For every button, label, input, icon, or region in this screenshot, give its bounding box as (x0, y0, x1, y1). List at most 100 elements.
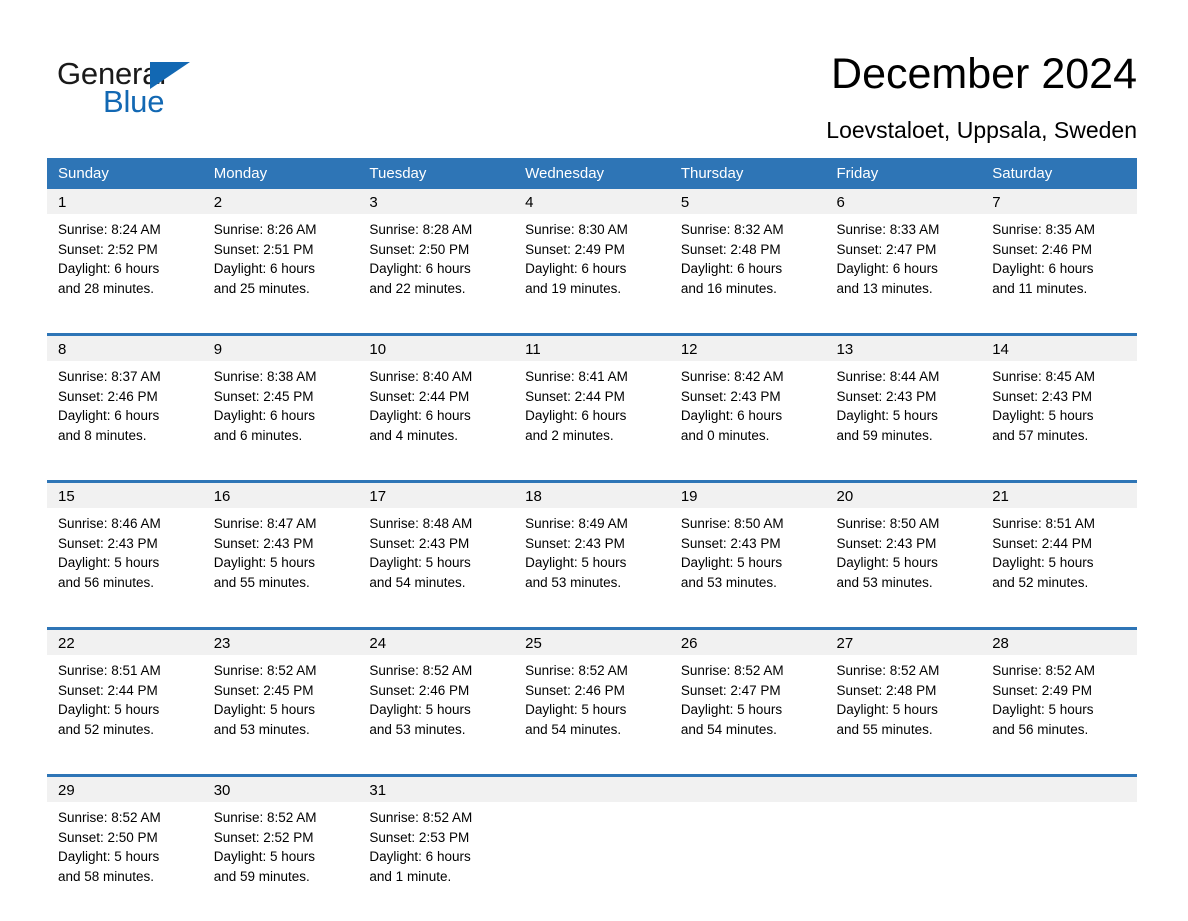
day-number[interactable]: 28 (981, 627, 1137, 655)
day-cell: Sunrise: 8:44 AM Sunset: 2:43 PM Dayligh… (825, 361, 982, 482)
day-cell: Sunrise: 8:33 AM Sunset: 2:47 PM Dayligh… (825, 214, 982, 335)
day-cell: Sunrise: 8:46 AM Sunset: 2:43 PM Dayligh… (47, 508, 203, 629)
day-cell-empty (669, 802, 826, 921)
daylight-text-line2: and 53 minutes. (213, 721, 310, 737)
sunrise-text: Sunrise: 8:52 AM (680, 663, 784, 678)
day-number[interactable]: 4 (514, 189, 670, 214)
daylight-text-line1: Daylight: 5 hours (992, 555, 1094, 571)
day-number[interactable]: 24 (358, 627, 515, 655)
sunset-text: Sunset: 2:43 PM (213, 535, 314, 551)
daylight-text-line2: and 11 minutes. (992, 280, 1088, 296)
daylight-text-line2: and 58 minutes. (58, 868, 155, 884)
day-number[interactable]: 16 (202, 480, 359, 508)
sunset-text: Sunset: 2:46 PM (369, 682, 470, 698)
daylight-text-line1: Daylight: 5 hours (58, 702, 160, 718)
day-number[interactable]: 30 (202, 774, 359, 802)
daylight-text-line1: Daylight: 6 hours (680, 408, 783, 424)
sunset-text: Sunset: 2:46 PM (58, 388, 158, 404)
sunrise-text: Sunrise: 8:45 AM (992, 369, 1096, 384)
day-number[interactable]: 14 (981, 333, 1137, 361)
day-cell: Sunrise: 8:40 AM Sunset: 2:44 PM Dayligh… (358, 361, 515, 482)
day-number[interactable]: 1 (47, 189, 203, 214)
sunrise-text: Sunrise: 8:24 AM (58, 222, 161, 237)
daylight-text-line2: and 53 minutes. (680, 574, 777, 590)
daylight-text-line2: and 55 minutes. (836, 721, 933, 737)
day-cell: Sunrise: 8:28 AM Sunset: 2:50 PM Dayligh… (358, 214, 515, 335)
sunrise-text: Sunrise: 8:52 AM (992, 663, 1096, 678)
week-3-details: Sunrise: 8:46 AM Sunset: 2:43 PM Dayligh… (47, 508, 1137, 629)
day-number[interactable]: 7 (981, 189, 1137, 214)
week-5-daynumbers: 29 30 31 (47, 774, 1137, 802)
week-1-details: Sunrise: 8:24 AM Sunset: 2:52 PM Dayligh… (47, 214, 1137, 335)
daylight-text-line1: Daylight: 5 hours (58, 555, 160, 571)
day-number[interactable]: 5 (669, 189, 826, 214)
day-cell: Sunrise: 8:45 AM Sunset: 2:43 PM Dayligh… (981, 361, 1137, 482)
sunrise-text: Sunrise: 8:28 AM (369, 222, 473, 237)
day-number[interactable]: 10 (358, 333, 515, 361)
sunset-text: Sunset: 2:45 PM (213, 682, 314, 698)
daylight-text-line2: and 28 minutes. (58, 280, 155, 296)
daylight-text-line2: and 53 minutes. (369, 721, 466, 737)
sunset-text: Sunset: 2:43 PM (836, 535, 937, 551)
sunset-text: Sunset: 2:47 PM (680, 682, 781, 698)
day-number[interactable]: 26 (669, 627, 826, 655)
sunrise-text: Sunrise: 8:33 AM (836, 222, 940, 237)
day-number[interactable]: 27 (825, 627, 982, 655)
day-number[interactable]: 18 (514, 480, 670, 508)
daylight-text-line1: Daylight: 5 hours (58, 849, 160, 865)
daylight-text-line1: Daylight: 6 hours (369, 261, 471, 277)
sunrise-text: Sunrise: 8:47 AM (213, 516, 317, 531)
day-number[interactable]: 9 (202, 333, 359, 361)
weekday-header-wednesday: Wednesday (514, 158, 670, 189)
sunrise-text: Sunrise: 8:52 AM (213, 663, 317, 678)
week-4-details: Sunrise: 8:51 AM Sunset: 2:44 PM Dayligh… (47, 655, 1137, 776)
daylight-text-line1: Daylight: 6 hours (369, 408, 471, 424)
day-number[interactable]: 11 (514, 333, 670, 361)
day-number[interactable]: 17 (358, 480, 515, 508)
week-2-daynumbers: 8 9 10 11 12 13 14 (47, 333, 1137, 361)
day-cell: Sunrise: 8:52 AM Sunset: 2:45 PM Dayligh… (202, 655, 359, 776)
daylight-text-line1: Daylight: 5 hours (525, 702, 627, 718)
calendar-body: 1 2 3 4 5 6 7 Sunrise: 8:24 AM Sunset: 2… (47, 189, 1137, 921)
day-number[interactable]: 29 (47, 774, 203, 802)
page-subtitle-location: Loevstaloet, Uppsala, Sweden (826, 117, 1137, 143)
daylight-text-line1: Daylight: 5 hours (836, 555, 938, 571)
weekday-header-friday: Friday (825, 158, 982, 189)
day-number[interactable]: 3 (358, 189, 515, 214)
day-number[interactable]: 23 (202, 627, 359, 655)
daylight-text-line1: Daylight: 6 hours (58, 408, 160, 424)
day-number[interactable]: 22 (47, 627, 203, 655)
day-number[interactable]: 19 (669, 480, 826, 508)
daylight-text-line1: Daylight: 6 hours (213, 261, 316, 277)
day-number[interactable]: 12 (669, 333, 826, 361)
daylight-text-line2: and 55 minutes. (213, 574, 310, 590)
day-cell: Sunrise: 8:47 AM Sunset: 2:43 PM Dayligh… (202, 508, 359, 629)
day-number[interactable]: 25 (514, 627, 670, 655)
daylight-text-line2: and 25 minutes. (213, 280, 310, 296)
sunset-text: Sunset: 2:49 PM (992, 682, 1093, 698)
day-cell: Sunrise: 8:52 AM Sunset: 2:50 PM Dayligh… (47, 802, 203, 921)
day-number[interactable]: 2 (202, 189, 359, 214)
day-number[interactable]: 20 (825, 480, 982, 508)
week-4-daynumbers: 22 23 24 25 26 27 28 (47, 627, 1137, 655)
sunrise-text: Sunrise: 8:44 AM (836, 369, 940, 384)
daylight-text-line2: and 19 minutes. (525, 280, 622, 296)
sunset-text: Sunset: 2:49 PM (525, 241, 625, 257)
day-number[interactable]: 8 (47, 333, 203, 361)
day-number[interactable]: 31 (358, 774, 515, 802)
day-number[interactable]: 15 (47, 480, 203, 508)
day-number[interactable]: 13 (825, 333, 982, 361)
daylight-text-line2: and 53 minutes. (525, 574, 622, 590)
sunset-text: Sunset: 2:52 PM (213, 829, 314, 845)
calendar-page: General Blue December 2024 Loevstaloet, … (0, 0, 1188, 921)
daylight-text-line2: and 54 minutes. (525, 721, 622, 737)
sunrise-text: Sunrise: 8:52 AM (525, 663, 628, 678)
sunrise-text: Sunrise: 8:35 AM (992, 222, 1096, 237)
daylight-text-line1: Daylight: 5 hours (680, 702, 783, 718)
general-blue-logo: General Blue (57, 56, 257, 119)
daylight-text-line2: and 52 minutes. (58, 721, 155, 737)
page-title: December 2024 (831, 50, 1137, 98)
day-number[interactable]: 21 (981, 480, 1137, 508)
daylight-text-line2: and 6 minutes. (213, 427, 303, 443)
day-number[interactable]: 6 (825, 189, 982, 214)
